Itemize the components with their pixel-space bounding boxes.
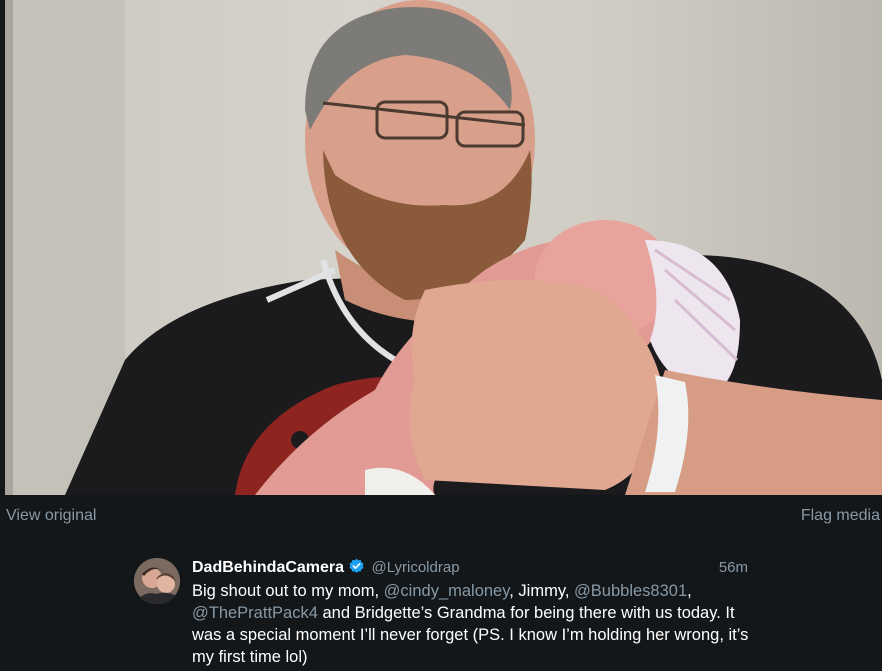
tweet-timestamp[interactable]: 56m	[719, 556, 748, 580]
media-actions-bar: View original Flag media	[0, 505, 882, 529]
mention-link[interactable]: @Bubbles8301	[574, 582, 687, 600]
tweet-header: DadBehindaCamera @Lyricoldrap 56m	[192, 556, 752, 580]
verified-badge-icon	[348, 558, 365, 575]
media-viewer: View original Flag media DadBehindaCamer…	[0, 0, 882, 671]
tweet-text-segment: Big shout out to my mom,	[192, 582, 384, 600]
display-name[interactable]: DadBehindaCamera	[192, 559, 344, 576]
view-original-link[interactable]: View original	[6, 507, 96, 525]
avatar-image	[134, 558, 180, 604]
tweet: DadBehindaCamera @Lyricoldrap 56m Big sh…	[134, 556, 754, 671]
tweet-text-segment: , Jimmy,	[509, 582, 575, 600]
mention-link[interactable]: @cindy_maloney	[384, 582, 510, 600]
tweet-photo[interactable]	[5, 0, 882, 495]
photo-illustration	[5, 0, 882, 495]
tweet-text: Big shout out to my mom, @cindy_maloney,…	[192, 580, 752, 668]
user-handle[interactable]: @Lyricoldrap	[372, 559, 460, 576]
avatar[interactable]	[134, 558, 180, 604]
flag-media-link[interactable]: Flag media	[801, 507, 880, 525]
tweet-text-segment: ,	[687, 582, 692, 600]
tweet-body: DadBehindaCamera @Lyricoldrap 56m Big sh…	[192, 556, 752, 668]
mention-link[interactable]: @ThePrattPack4	[192, 604, 318, 622]
